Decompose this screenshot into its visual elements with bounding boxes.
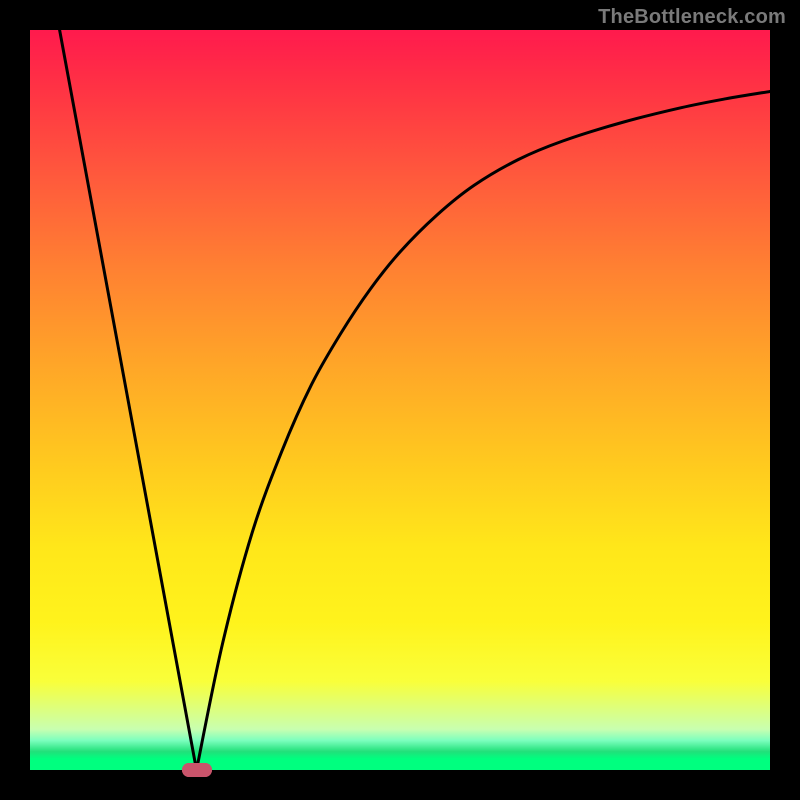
right-branch-path bbox=[197, 91, 771, 770]
left-branch-path bbox=[60, 30, 197, 770]
plot-area bbox=[30, 30, 770, 770]
chart-frame: TheBottleneck.com bbox=[0, 0, 800, 800]
curve-svg bbox=[30, 30, 770, 770]
watermark-text: TheBottleneck.com bbox=[598, 6, 786, 29]
bottleneck-marker bbox=[182, 763, 212, 777]
